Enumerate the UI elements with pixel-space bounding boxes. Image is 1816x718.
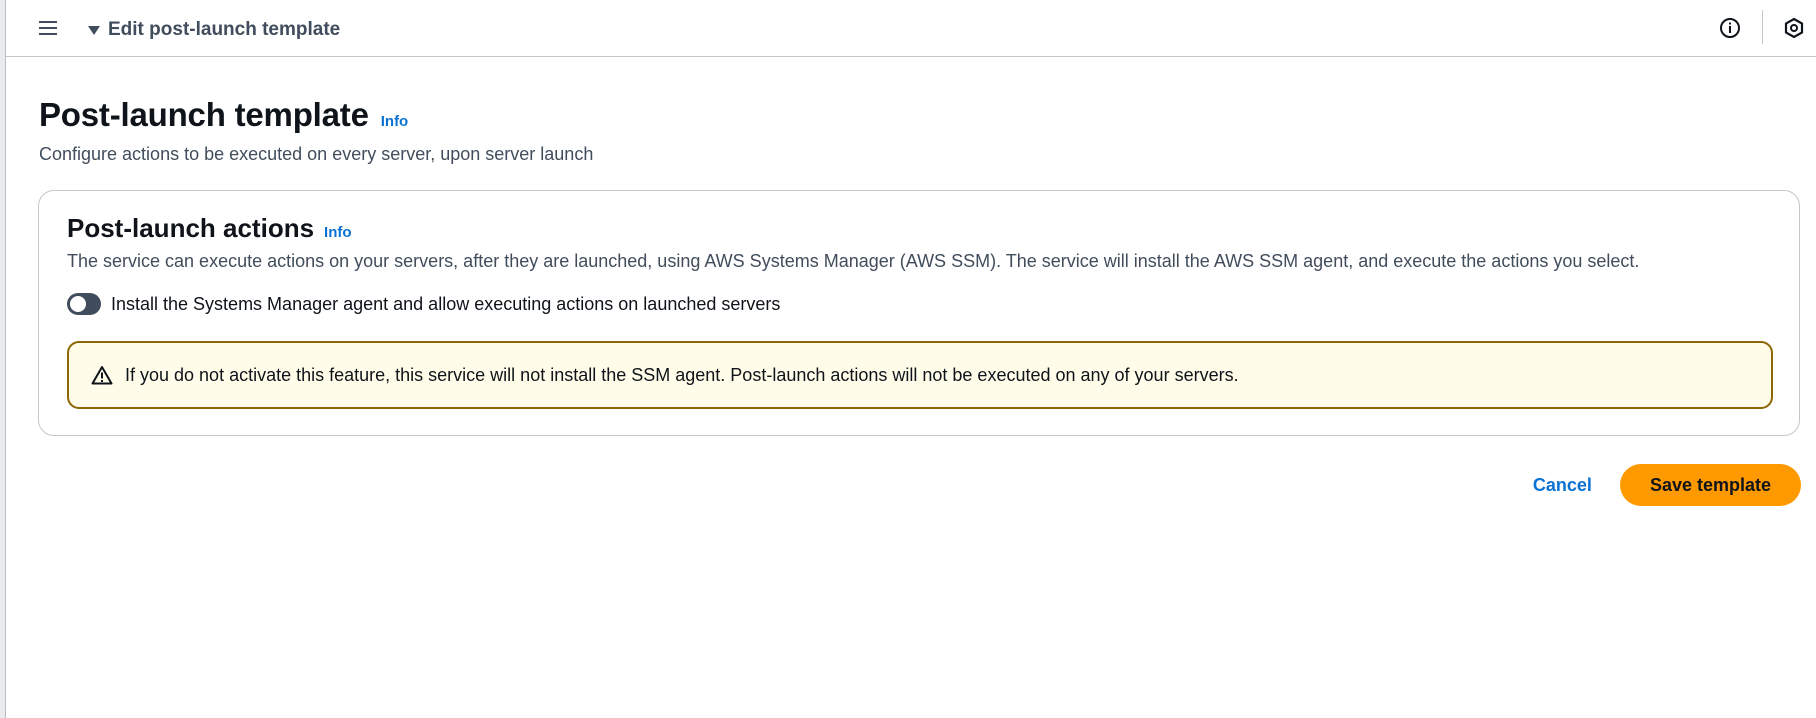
hexagon-icon xyxy=(1784,17,1804,39)
page-description: Configure actions to be executed on ever… xyxy=(39,144,594,164)
menu-button[interactable] xyxy=(36,16,60,40)
post-launch-actions-container: Post-launch actions Info The service can… xyxy=(38,190,1800,436)
ssm-agent-toggle-row: Install the Systems Manager agent and al… xyxy=(67,293,780,315)
page-info-link[interactable]: Info xyxy=(381,113,409,130)
warning-alert-text: If you do not activate this feature, thi… xyxy=(125,364,1239,385)
breadcrumb-toggle[interactable]: Edit post-launch template xyxy=(88,18,340,42)
cancel-button[interactable]: Cancel xyxy=(1533,475,1592,496)
caret-down-icon xyxy=(88,26,100,35)
breadcrumb: Edit post-launch template xyxy=(108,19,341,40)
section-title: Post-launch actions xyxy=(67,213,315,243)
section-info-link[interactable]: Info xyxy=(324,224,352,241)
top-bar: Edit post-launch template xyxy=(6,0,1816,57)
warning-icon xyxy=(91,366,113,385)
warning-alert: If you do not activate this feature, thi… xyxy=(67,341,1773,409)
help-button[interactable] xyxy=(1716,14,1744,42)
topbar-divider xyxy=(1762,10,1763,44)
section-description: The service can execute actions on your … xyxy=(67,251,1640,271)
toggle-knob xyxy=(70,296,86,312)
ssm-agent-toggle-label[interactable]: Install the Systems Manager agent and al… xyxy=(111,294,780,315)
menu-icon xyxy=(39,21,57,35)
form-actions: Cancel Save template xyxy=(1533,464,1801,506)
page-header: Post-launch template Info xyxy=(39,96,408,134)
left-edge-strip xyxy=(0,0,6,718)
section-header: Post-launch actions Info xyxy=(67,213,352,244)
settings-button[interactable] xyxy=(1780,14,1808,42)
ssm-agent-toggle[interactable] xyxy=(67,293,101,315)
save-template-button[interactable]: Save template xyxy=(1619,464,1801,506)
page-title: Post-launch template xyxy=(39,96,369,133)
info-circle-icon xyxy=(1720,18,1740,38)
